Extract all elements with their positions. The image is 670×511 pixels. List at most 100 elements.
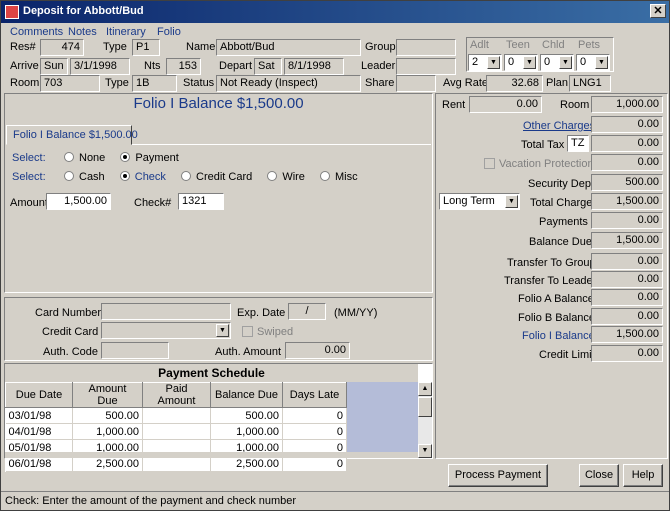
swiped-checkbox[interactable]: Swiped <box>242 326 293 338</box>
payments-label: Payments <box>539 216 588 228</box>
children-select[interactable]: 0 ▼ <box>540 54 574 71</box>
vacation-protection-checkbox[interactable]: Vacation Protection <box>484 158 594 170</box>
avg-rate-field: 32.68 <box>486 75 543 92</box>
leader-label: Leader <box>361 60 396 72</box>
room-charge-label: Room <box>560 99 590 111</box>
cell-amount-due: 1,000.00 <box>72 423 143 440</box>
folio-heading: Folio I Balance $1,500.00 <box>133 95 304 112</box>
radio-credit-card[interactable]: Credit Card <box>181 171 264 183</box>
total-tax-label: Total Tax <box>521 139 565 151</box>
radio-none-dot <box>64 152 74 162</box>
title-bar: Deposit for Abbott/Bud ✕ <box>1 1 669 23</box>
arrive-day-field: Sun <box>40 58 68 75</box>
close-button[interactable]: Close <box>579 464 619 487</box>
card-number-field[interactable] <box>101 303 231 320</box>
exp-date-hint: (MM/YY) <box>334 307 378 319</box>
table-row[interactable]: 03/01/98 500.00 500.00 0 <box>5 407 347 424</box>
radio-payment[interactable]: Payment <box>120 152 190 164</box>
credit-card-select[interactable]: ▼ <box>101 322 231 339</box>
radio-none-label: None <box>79 152 106 164</box>
exp-date-field[interactable]: / <box>288 303 326 320</box>
radio-payment-label: Payment <box>135 152 179 164</box>
col-paid-amount[interactable]: Paid Amount <box>142 382 211 408</box>
auth-code-field[interactable] <box>101 342 169 359</box>
col-amount-due[interactable]: Amount Due <box>72 382 143 408</box>
room-type-label: Type <box>105 77 129 89</box>
room-type-field: 1B <box>132 75 177 92</box>
radio-wire[interactable]: Wire <box>267 171 317 183</box>
scroll-down-icon[interactable]: ▼ <box>418 444 432 458</box>
help-button[interactable]: Help <box>623 464 663 487</box>
res-label: Res# <box>10 41 36 53</box>
radio-check[interactable]: Check <box>119 171 178 183</box>
select-label-1: Select: <box>12 152 46 164</box>
balance-due-label: Balance Due <box>529 236 592 248</box>
table-clip <box>5 452 418 458</box>
check-number-input[interactable]: 1321 <box>178 193 224 210</box>
scroll-up-icon[interactable]: ▲ <box>418 382 432 396</box>
check-number-label: Check# <box>134 197 172 209</box>
col-days-late[interactable]: Days Late <box>282 382 347 408</box>
cell-days-late: 0 <box>282 423 347 440</box>
tab-folio-i[interactable]: Folio I Balance $1,500.00 <box>6 125 138 145</box>
select-label-2: Select: <box>12 171 46 183</box>
status-bar: Check: Enter the amount of the payment a… <box>1 491 669 511</box>
radio-credit-card-label: Credit Card <box>196 171 253 183</box>
share-label: Share <box>365 77 395 89</box>
pets-select[interactable]: 0 ▼ <box>576 54 610 71</box>
radio-cash[interactable]: Cash <box>64 171 117 183</box>
deposit-window: Deposit for Abbott/Bud ✕ Comments Notes … <box>0 0 670 511</box>
share-field <box>396 75 436 92</box>
chevron-down-icon: ▼ <box>523 56 536 69</box>
cell-balance-due: 500.00 <box>210 407 283 424</box>
amount-input[interactable]: 1,500.00 <box>46 193 111 210</box>
swiped-check-box <box>242 326 253 337</box>
auth-amount-label: Auth. Amount <box>215 346 282 358</box>
teens-label: Teen <box>506 39 530 51</box>
room-charge-field: 1,000.00 <box>591 96 663 113</box>
depart-date-field: 8/1/1998 <box>284 58 344 75</box>
table-row[interactable]: 04/01/98 1,000.00 1,000.00 0 <box>5 423 347 440</box>
col-balance-due[interactable]: Balance Due <box>210 382 283 408</box>
window-title: Deposit for Abbott/Bud <box>23 5 144 17</box>
close-window-button[interactable]: ✕ <box>650 4 666 18</box>
scroll-thumb[interactable] <box>418 397 432 417</box>
total-charge-label: Total Charge <box>530 197 593 209</box>
menu-folio[interactable]: Folio <box>157 26 181 38</box>
avg-rate-label: Avg Rate <box>443 77 489 89</box>
rent-label: Rent <box>442 99 466 111</box>
radio-wire-dot <box>267 171 278 181</box>
transfer-group-field: 0.00 <box>591 253 663 270</box>
depart-day-field: Sat <box>254 58 282 75</box>
tax-code-field[interactable]: TZ <box>567 135 589 152</box>
transfer-leader-label: Transfer To Leader <box>504 275 597 287</box>
transfer-group-label: Transfer To Group <box>507 257 596 269</box>
payments-field: 0.00 <box>591 212 663 229</box>
schedule-scrollbar[interactable]: ▲ ▼ <box>418 382 432 458</box>
menu-comments[interactable]: Comments <box>10 26 63 38</box>
leader-field <box>396 58 456 75</box>
status-label: Status <box>183 77 215 89</box>
col-due-date[interactable]: Due Date <box>5 382 73 408</box>
security-deposit-field: 500.00 <box>591 174 663 191</box>
adults-label: Adlt <box>470 39 489 51</box>
radio-misc[interactable]: Misc <box>319 171 370 183</box>
res-type-field: P1 <box>132 39 160 56</box>
folio-a-field: 0.00 <box>591 289 663 306</box>
children-label: Chld <box>542 39 565 51</box>
chevron-down-icon: ▼ <box>487 56 500 69</box>
nights-label: Nts <box>144 60 161 72</box>
teens-select[interactable]: 0 ▼ <box>504 54 538 71</box>
process-payment-button[interactable]: Process Payment <box>448 464 548 487</box>
term-select[interactable]: Long Term ▼ <box>439 193 520 210</box>
menu-itinerary[interactable]: Itinerary <box>106 26 146 38</box>
menu-notes[interactable]: Notes <box>68 26 97 38</box>
adults-select[interactable]: 2 ▼ <box>468 54 502 71</box>
exp-date-label: Exp. Date <box>237 307 286 319</box>
auth-amount-field[interactable]: 0.00 <box>285 342 350 359</box>
adults-value: 2 <box>472 56 479 68</box>
other-charges-link[interactable]: Other Charges <box>523 120 595 132</box>
radio-none[interactable]: None <box>64 152 117 164</box>
auth-code-label: Auth. Code <box>43 346 99 358</box>
chevron-down-icon: ▼ <box>505 195 518 208</box>
